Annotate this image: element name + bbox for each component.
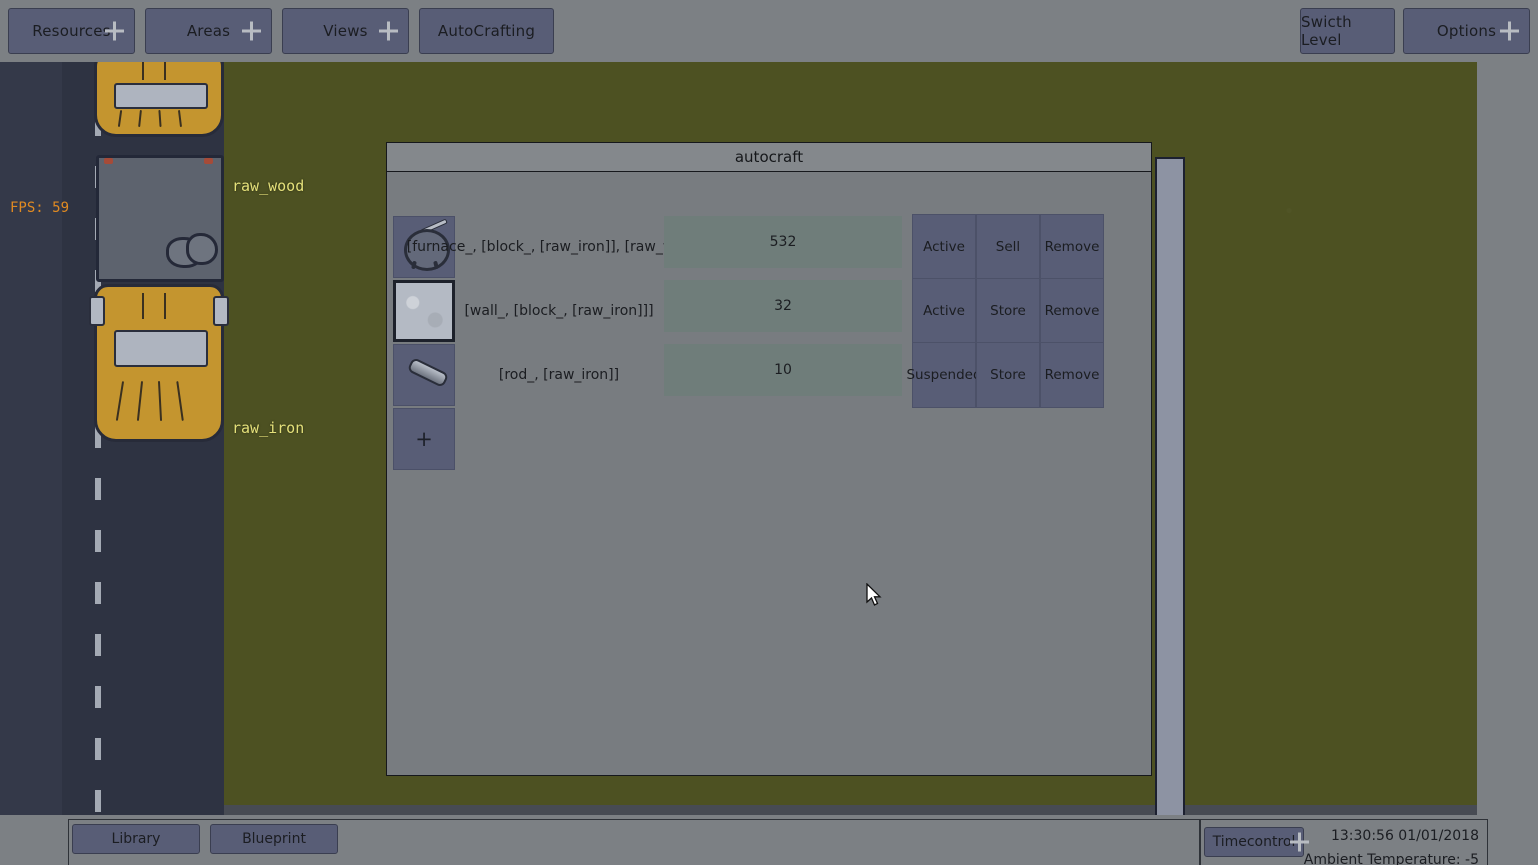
recipe-output-button[interactable]: Store [976,278,1040,344]
recipe-quantity-bar[interactable]: 32 [664,280,902,332]
table-row-add: + [393,408,1149,472]
timecontrol-button-label: Timecontrol [1212,834,1296,850]
vehicle-car-top[interactable] [94,62,224,137]
toolbar-left-group: Resources Areas Views AutoCrafting [8,8,554,54]
recipe-status-label: Suspended [906,367,982,383]
building-wall-right [1155,157,1185,815]
plus-icon[interactable] [105,21,124,41]
top-toolbar: Resources Areas Views AutoCrafting Swict… [0,0,1538,62]
recipe-name: [furnace_, [block_, [raw_iron]], [raw_wo… [406,239,712,255]
vehicle-truck-trailer[interactable] [96,155,224,282]
options-button-label: Options [1436,22,1497,40]
table-row: [wall_, [block_, [raw_iron]]] 32 Active … [393,278,1149,344]
autocraft-dialog[interactable]: autocraft [furnace_, [block_, [raw_iron]… [386,142,1152,776]
recipe-status-label: Active [923,239,965,255]
plus-icon[interactable] [242,21,261,41]
recipe-status-button[interactable]: Active [912,214,976,280]
blueprint-button-label: Blueprint [242,831,306,847]
recipe-remove-label: Remove [1044,303,1100,319]
fps-counter: FPS: 59 [10,200,70,216]
plus-icon[interactable] [379,21,398,41]
areas-button-label: Areas [186,22,231,40]
plus-icon: + [415,426,433,451]
switch-level-button-label: Swicth Level [1301,13,1352,49]
recipe-icon-slot-wall[interactable] [393,280,455,342]
recipe-output-label: Store [990,367,1026,383]
terrain-right-margin [1477,62,1538,815]
recipe-remove-button[interactable]: Remove [1040,214,1104,280]
ambient-temperature: Ambient Temperature: -5 [1303,852,1479,865]
plus-icon[interactable] [1290,832,1309,852]
recipe-output-button[interactable]: Store [976,342,1040,408]
car-windshield [114,329,208,367]
car-grille [118,110,198,128]
resource-label-raw-iron: raw_iron [232,419,305,437]
library-button-label: Library [111,831,161,847]
resource-label-raw-wood: raw_wood [232,177,305,195]
recipe-quantity-value: 532 [769,234,797,250]
library-button[interactable]: Library [72,824,200,854]
views-button-label: Views [323,22,368,40]
timecontrol-button[interactable]: Timecontrol [1204,827,1309,857]
table-row: [rod_, [raw_iron]] 10 Suspended Store Re… [393,342,1149,408]
table-row: [furnace_, [block_, [raw_iron]], [raw_wo… [393,214,1149,280]
bottom-bar: Library Blueprint 13:30:56 01/01/2018 Am… [0,815,1538,865]
options-button[interactable]: Options [1403,8,1530,54]
recipe-status-button[interactable]: Active [912,278,976,344]
car-seam-lines [141,62,179,81]
game-clock: 13:30:56 01/01/2018 [1330,828,1479,844]
switch-level-button[interactable]: Swicth Level [1300,8,1395,54]
car-grille [116,381,198,421]
recipe-output-label: Store [990,303,1026,319]
recipe-output-button[interactable]: Sell [976,214,1040,280]
recipe-output-label: Sell [995,239,1021,255]
autocraft-recipe-list: [furnace_, [block_, [raw_iron]], [raw_wo… [393,214,1149,472]
blueprint-button[interactable]: Blueprint [210,824,338,854]
recipe-quantity-value: 32 [774,298,792,314]
recipe-icon-slot-rod[interactable] [393,344,455,406]
recipe-actions: Suspended Store Remove [906,342,1104,408]
plus-icon[interactable] [1500,21,1519,41]
add-recipe-button[interactable]: + [393,408,455,470]
terrain-road-shoulder [0,62,62,815]
autocrafting-button-label: AutoCrafting [437,22,536,40]
recipe-status-label: Active [923,303,965,319]
car-windshield [114,83,208,109]
recipe-actions: Active Store Remove [912,278,1104,344]
recipe-quantity-value: 10 [774,362,792,378]
toolbar-right-group: Swicth Level Options [1300,8,1530,54]
recipe-quantity-bar[interactable]: 532 [664,216,902,268]
recipe-remove-button[interactable]: Remove [1040,278,1104,344]
game-screen: FPS: 59 raw_wood raw_iron Resources Area… [0,0,1538,865]
autocraft-dialog-titlebar[interactable]: autocraft [386,142,1152,172]
areas-button[interactable]: Areas [145,8,272,54]
resources-button-label: Resources [32,22,111,40]
autocraft-dialog-title: autocraft [734,148,804,166]
car-seam-lines [141,293,179,319]
rod-icon [406,356,450,389]
recipe-remove-label: Remove [1044,239,1100,255]
recipe-remove-button[interactable]: Remove [1040,342,1104,408]
resources-button[interactable]: Resources [8,8,135,54]
recipe-quantity-bar[interactable]: 10 [664,344,902,396]
recipe-remove-label: Remove [1044,367,1100,383]
autocraft-dialog-body: [furnace_, [block_, [raw_iron]], [raw_wo… [386,172,1152,776]
autocrafting-button[interactable]: AutoCrafting [419,8,554,54]
recipe-status-button[interactable]: Suspended [906,342,982,408]
vehicle-car-bottom[interactable] [89,284,229,442]
views-button[interactable]: Views [282,8,409,54]
cargo-rock [186,233,218,265]
recipe-name: [wall_, [block_, [raw_iron]]] [464,303,654,319]
recipe-actions: Active Sell Remove [912,214,1104,280]
recipe-name: [rod_, [raw_iron]] [498,367,620,383]
